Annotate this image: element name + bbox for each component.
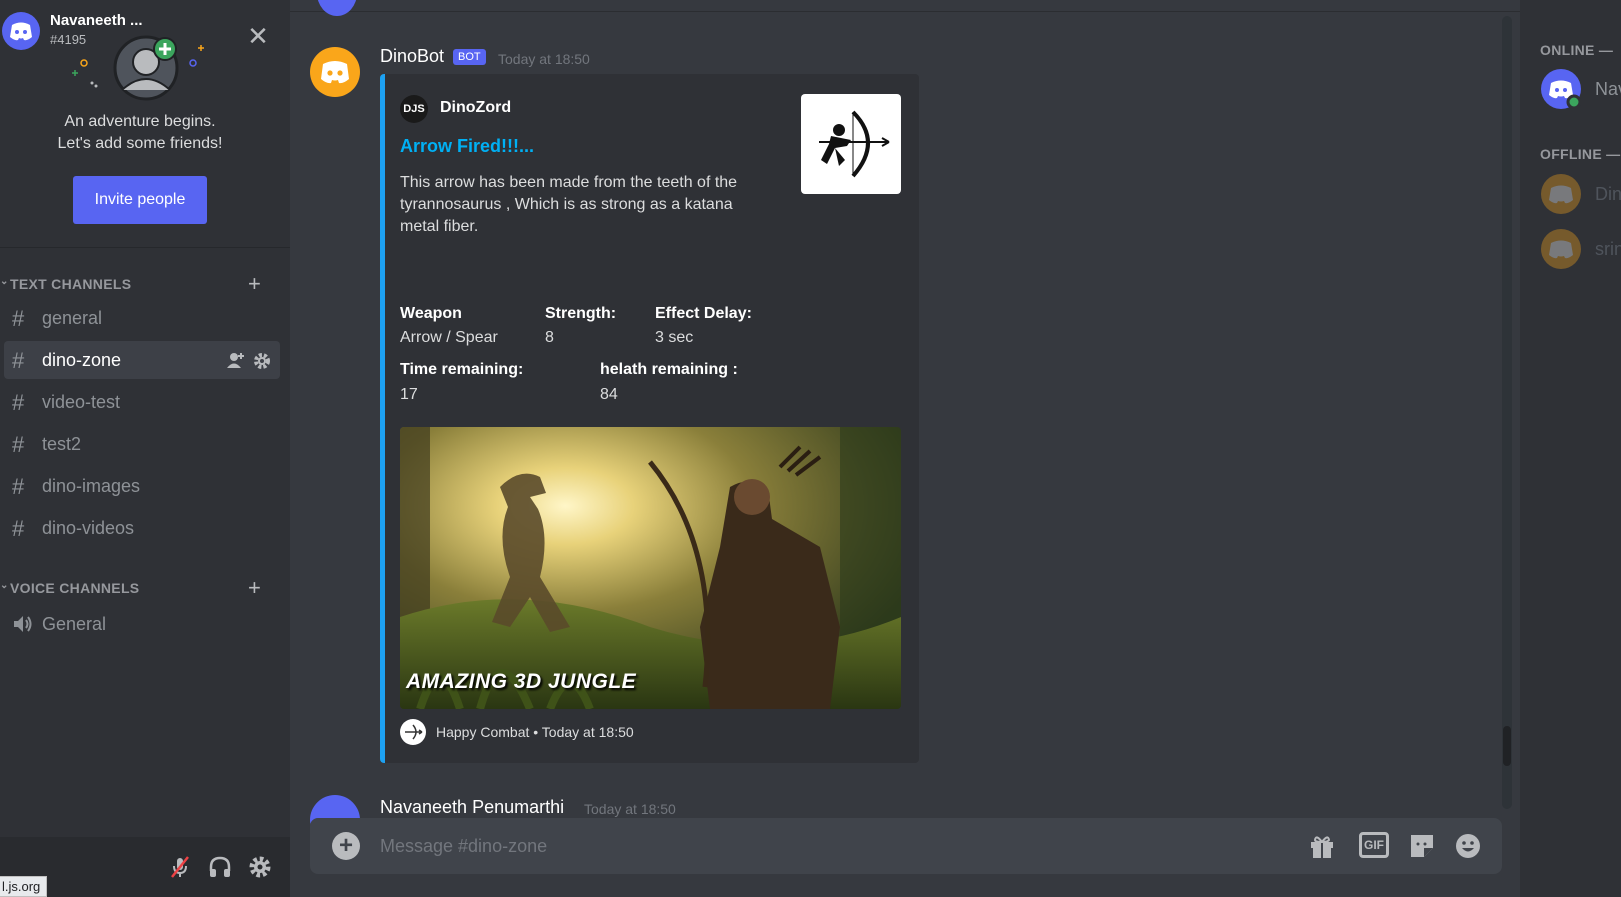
member-name[interactable]: Din — [1595, 184, 1621, 205]
embed-field-value: 84 — [600, 386, 618, 403]
channel-name: dino-videos — [42, 518, 135, 538]
avatar[interactable] — [317, 0, 357, 16]
invite-people-button[interactable]: Invite people — [73, 176, 207, 224]
emoji-icon[interactable] — [1453, 831, 1483, 861]
add-channel-icon[interactable]: + — [248, 271, 261, 297]
gear-icon[interactable] — [252, 351, 272, 371]
scrollbar-track[interactable] — [1502, 16, 1512, 809]
channel-general[interactable]: # general — [4, 299, 280, 337]
embed-image-caption: AMAZING 3D JUNGLE — [406, 670, 637, 693]
discord-logo-icon — [1549, 185, 1573, 204]
channel-name: dino-zone — [42, 350, 122, 370]
footer-icon — [400, 719, 426, 745]
hash-icon: # — [12, 306, 25, 331]
channel-header — [290, 0, 1621, 12]
scrollbar-thumb[interactable] — [1503, 726, 1511, 766]
embed-field-name: Weapon — [400, 305, 462, 322]
chevron-down-icon: ⌄ — [0, 276, 9, 287]
welcome-subtitle: Let's add some friends! — [57, 135, 223, 152]
channel-video-test[interactable]: # video-test — [4, 383, 280, 421]
jungle-archer-image — [400, 427, 901, 709]
discord-logo-icon — [1549, 240, 1573, 259]
channel-test2[interactable]: # test2 — [4, 425, 280, 463]
embed-field-name: Time remaining: — [400, 361, 524, 378]
voice-channel-general[interactable]: General — [4, 605, 280, 643]
member-avatar[interactable] — [1541, 174, 1581, 214]
online-header: ONLINE — — [1540, 42, 1614, 58]
channel-name: video-test — [42, 392, 121, 412]
embed-field-name: helath remaining : — [600, 361, 738, 378]
hash-icon: # — [12, 348, 25, 373]
channel-dino-videos[interactable]: # dino-videos — [4, 509, 280, 547]
embed-description: This arrow has been made from the teeth … — [400, 174, 738, 235]
gift-icon[interactable] — [1307, 831, 1337, 861]
embed-author-icon: DJS — [400, 95, 428, 123]
chevron-down-icon: ⌄ — [0, 580, 9, 591]
archer-icon — [405, 724, 423, 740]
category-label: TEXT CHANNELS — [10, 276, 132, 292]
channel-dino-zone[interactable]: # dino-zone — [4, 341, 280, 379]
embed-field-value: 8 — [545, 329, 554, 346]
discord-logo-icon — [10, 22, 32, 41]
add-channel-icon[interactable]: + — [248, 575, 261, 601]
user-name: Navaneeth ... — [50, 12, 143, 29]
member-name[interactable]: srin — [1595, 239, 1621, 260]
member-avatar[interactable] — [1541, 229, 1581, 269]
embed-image[interactable] — [400, 427, 901, 709]
embed-field-value: 3 sec — [655, 329, 694, 346]
text-channels-category[interactable]: ⌄ TEXT CHANNELS + — [0, 271, 290, 297]
gif-button[interactable]: GIF — [1359, 832, 1389, 858]
message-timestamp: Today at 18:50 — [584, 801, 676, 817]
archer-icon — [819, 110, 890, 178]
sticker-icon[interactable] — [1407, 831, 1437, 861]
offline-header: OFFLINE — — [1540, 146, 1621, 162]
message-author[interactable]: DinoBot — [380, 46, 444, 67]
channel-dino-images[interactable]: # dino-images — [4, 467, 280, 505]
welcome-panel: ✕ An adventure begins. Let's add some fr… — [0, 0, 290, 248]
message-author[interactable]: Navaneeth Penumarthi — [380, 797, 564, 818]
category-label: VOICE CHANNELS — [10, 580, 140, 596]
embed-field-name: Strength: — [545, 305, 617, 322]
bot-badge: BOT — [453, 49, 486, 65]
message-input[interactable] — [380, 830, 1280, 862]
embed-author: DinoZord — [440, 99, 512, 116]
discord-logo-icon — [1549, 80, 1582, 110]
add-attachment-icon[interactable]: + — [332, 832, 360, 860]
channel-name: general — [42, 308, 103, 328]
headphones-icon[interactable] — [206, 853, 234, 881]
embed-field-value: 17 — [400, 386, 418, 403]
message-timestamp: Today at 18:50 — [498, 51, 590, 67]
create-invite-icon[interactable] — [226, 351, 246, 371]
avatar[interactable] — [2, 12, 40, 50]
hash-icon: # — [12, 390, 25, 415]
mute-microphone-icon[interactable] — [166, 853, 194, 881]
speaker-icon — [14, 616, 32, 632]
embed-title-link[interactable]: Arrow Fired!!!... — [400, 136, 534, 157]
member-list — [1520, 0, 1621, 897]
discord-logo-icon — [321, 61, 349, 84]
close-icon[interactable]: ✕ — [246, 23, 270, 49]
hash-icon: # — [12, 474, 25, 499]
channel-name: test2 — [42, 434, 82, 454]
channel-name: dino-images — [42, 476, 141, 496]
embed-field-value: Arrow / Spear — [400, 329, 498, 346]
hash-icon: # — [12, 516, 25, 541]
status-url-tooltip: l.js.org — [0, 876, 48, 897]
bot-avatar[interactable] — [310, 47, 360, 97]
channel-name: General — [42, 614, 107, 634]
user-tag: #4195 — [50, 32, 87, 47]
voice-channels-category[interactable]: ⌄ VOICE CHANNELS + — [0, 575, 290, 601]
embed-thumbnail[interactable] — [801, 94, 901, 194]
welcome-title: An adventure begins. — [64, 113, 216, 130]
hash-icon: # — [12, 432, 25, 457]
embed-footer: Happy Combat • Today at 18:50 — [436, 724, 634, 740]
member-avatar[interactable] — [1541, 69, 1582, 110]
member-name[interactable]: Nav — [1595, 79, 1621, 100]
user-settings-gear-icon[interactable] — [246, 853, 274, 881]
embed-field-name: Effect Delay: — [655, 305, 752, 322]
